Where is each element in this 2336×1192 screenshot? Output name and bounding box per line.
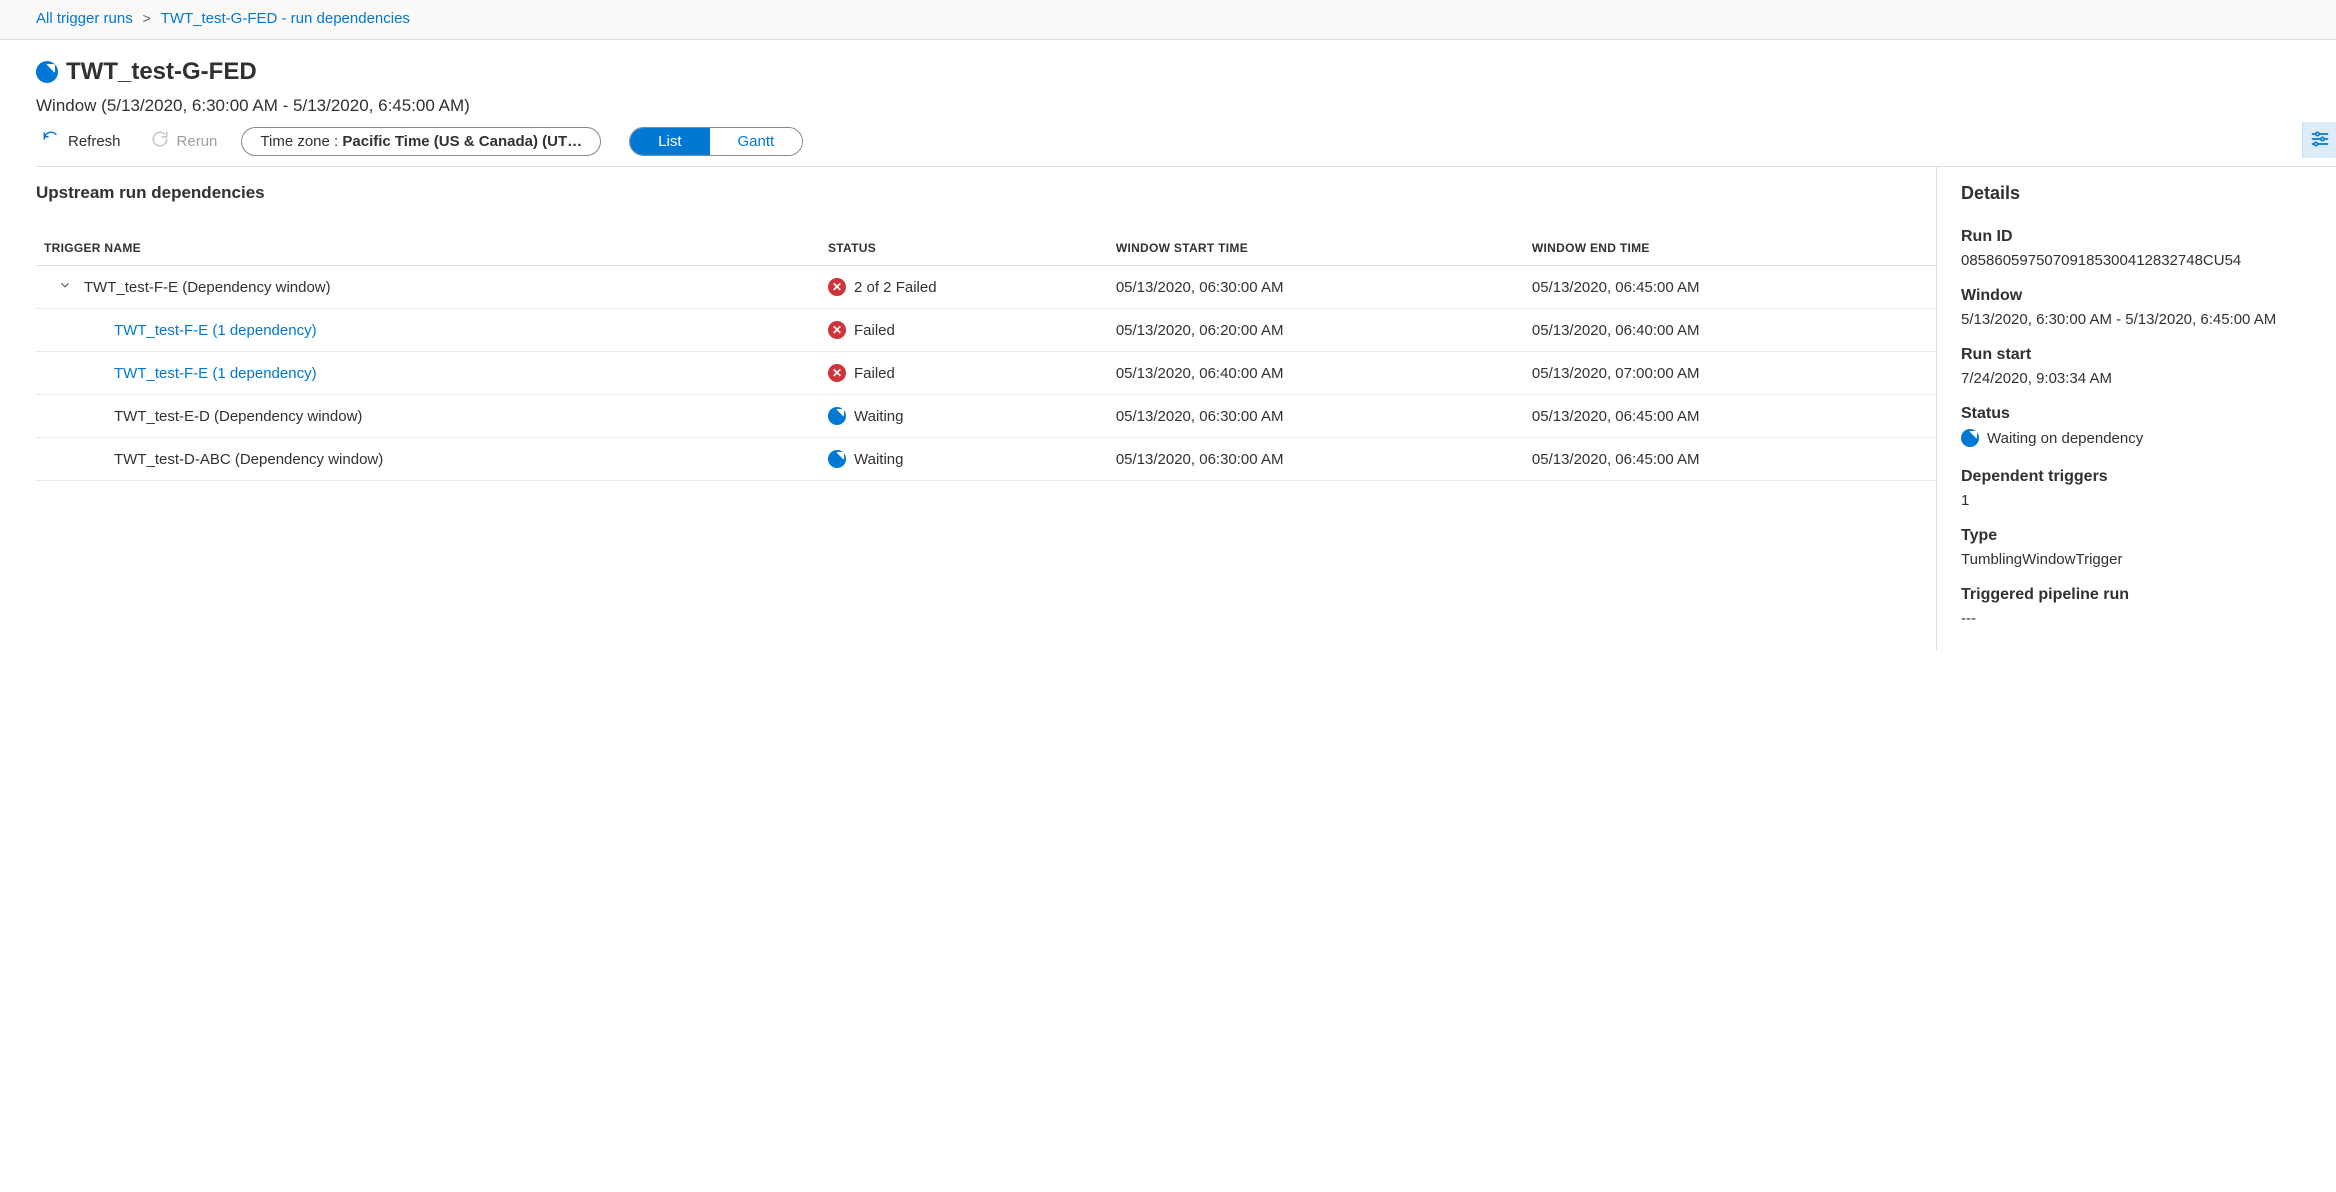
window-end: 05/13/2020, 07:00:00 AM [1520,352,1936,395]
col-status[interactable]: STATUS [816,231,1104,266]
status-text: 2 of 2 Failed [854,279,937,296]
trigger-link[interactable]: TWT_test-F-E (1 dependency) [114,365,317,382]
label-run-start: Run start [1961,346,2312,364]
window-range-text: Window (5/13/2020, 6:30:00 AM - 5/13/202… [36,96,2336,116]
toolbar: Refresh Rerun Time zone : Pacific Time (… [36,126,2336,166]
error-icon: ✕ [828,278,846,296]
details-panel: Details Run ID 0858605975070918530041283… [1936,167,2336,651]
window-end: 05/13/2020, 06:45:00 AM [1520,266,1936,309]
chevron-down-icon[interactable] [58,278,76,292]
view-toggle: List Gantt [629,127,803,156]
label-window: Window [1961,287,2312,305]
table-row[interactable]: TWT_test-F-E (Dependency window) ✕ 2 of 2 … [36,266,1936,309]
view-list-button[interactable]: List [630,128,709,155]
value-run-id: 08586059750709185300412832748CU54 [1961,252,2312,269]
upstream-heading: Upstream run dependencies [36,183,1936,203]
window-end: 05/13/2020, 06:40:00 AM [1520,309,1936,352]
refresh-button[interactable]: Refresh [36,126,127,156]
refresh-label: Refresh [68,133,121,150]
value-type: TumblingWindowTrigger [1961,551,2312,568]
rerun-button[interactable]: Rerun [145,126,224,156]
dependencies-table: TRIGGER NAME STATUS WINDOW START TIME WI… [36,231,1936,481]
value-dependent-triggers: 1 [1961,492,2312,509]
value-window: 5/13/2020, 6:30:00 AM - 5/13/2020, 6:45:… [1961,311,2312,328]
label-dependent-triggers: Dependent triggers [1961,468,2312,486]
timezone-prefix: Time zone : [260,133,342,150]
timezone-selector[interactable]: Time zone : Pacific Time (US & Canada) (… [241,127,601,156]
error-icon: ✕ [828,364,846,382]
rerun-label: Rerun [177,133,218,150]
label-type: Type [1961,527,2312,545]
details-heading: Details [1961,183,2312,204]
refresh-icon [42,130,60,152]
clock-icon [828,450,846,468]
view-gantt-button[interactable]: Gantt [710,128,803,155]
col-window-start[interactable]: WINDOW START TIME [1104,231,1520,266]
window-start: 05/13/2020, 06:30:00 AM [1104,438,1520,481]
status-text: Waiting [854,451,903,468]
table-row[interactable]: TWT_test-D-ABC (Dependency window) Waitin… [36,438,1936,481]
breadcrumb: All trigger runs > TWT_test-G-FED - run … [0,0,2336,40]
value-triggered-pipeline: --- [1961,610,2312,627]
rerun-icon [151,130,169,152]
window-start: 05/13/2020, 06:20:00 AM [1104,309,1520,352]
status-text: Failed [854,322,895,339]
table-row[interactable]: TWT_test-F-E (1 dependency) ✕ Failed 05/13/… [36,352,1936,395]
clock-icon [828,407,846,425]
col-window-end[interactable]: WINDOW END TIME [1520,231,1936,266]
window-end: 05/13/2020, 06:45:00 AM [1520,395,1936,438]
settings-button[interactable] [2302,122,2336,158]
clock-icon [1961,429,1979,447]
value-status: Waiting on dependency [1987,430,2143,447]
trigger-name: TWT_test-E-D (Dependency window) [114,408,362,425]
col-trigger-name[interactable]: TRIGGER NAME [36,231,816,266]
table-row[interactable]: TWT_test-F-E (1 dependency) ✕ Failed 05/13/… [36,309,1936,352]
page-title: TWT_test-G-FED [66,58,257,86]
breadcrumb-all-trigger-runs[interactable]: All trigger runs [36,10,133,27]
breadcrumb-current[interactable]: TWT_test-G-FED - run dependencies [161,10,410,27]
window-start: 05/13/2020, 06:30:00 AM [1104,395,1520,438]
window-start: 05/13/2020, 06:40:00 AM [1104,352,1520,395]
table-row[interactable]: TWT_test-E-D (Dependency window) Waiting 0… [36,395,1936,438]
trigger-name: TWT_test-D-ABC (Dependency window) [114,451,383,468]
status-text: Failed [854,365,895,382]
window-end: 05/13/2020, 06:45:00 AM [1520,438,1936,481]
clock-icon [36,61,58,83]
value-run-start: 7/24/2020, 9:03:34 AM [1961,370,2312,387]
label-run-id: Run ID [1961,228,2312,246]
trigger-link[interactable]: TWT_test-F-E (1 dependency) [114,322,317,339]
label-triggered-pipeline: Triggered pipeline run [1961,586,2312,604]
error-icon: ✕ [828,321,846,339]
sliders-icon [2310,129,2330,152]
status-text: Waiting [854,408,903,425]
window-start: 05/13/2020, 06:30:00 AM [1104,266,1520,309]
breadcrumb-separator: > [143,10,151,26]
timezone-value: Pacific Time (US & Canada) (UT… [342,133,582,150]
trigger-name: TWT_test-F-E (Dependency window) [80,279,331,296]
label-status: Status [1961,405,2312,423]
